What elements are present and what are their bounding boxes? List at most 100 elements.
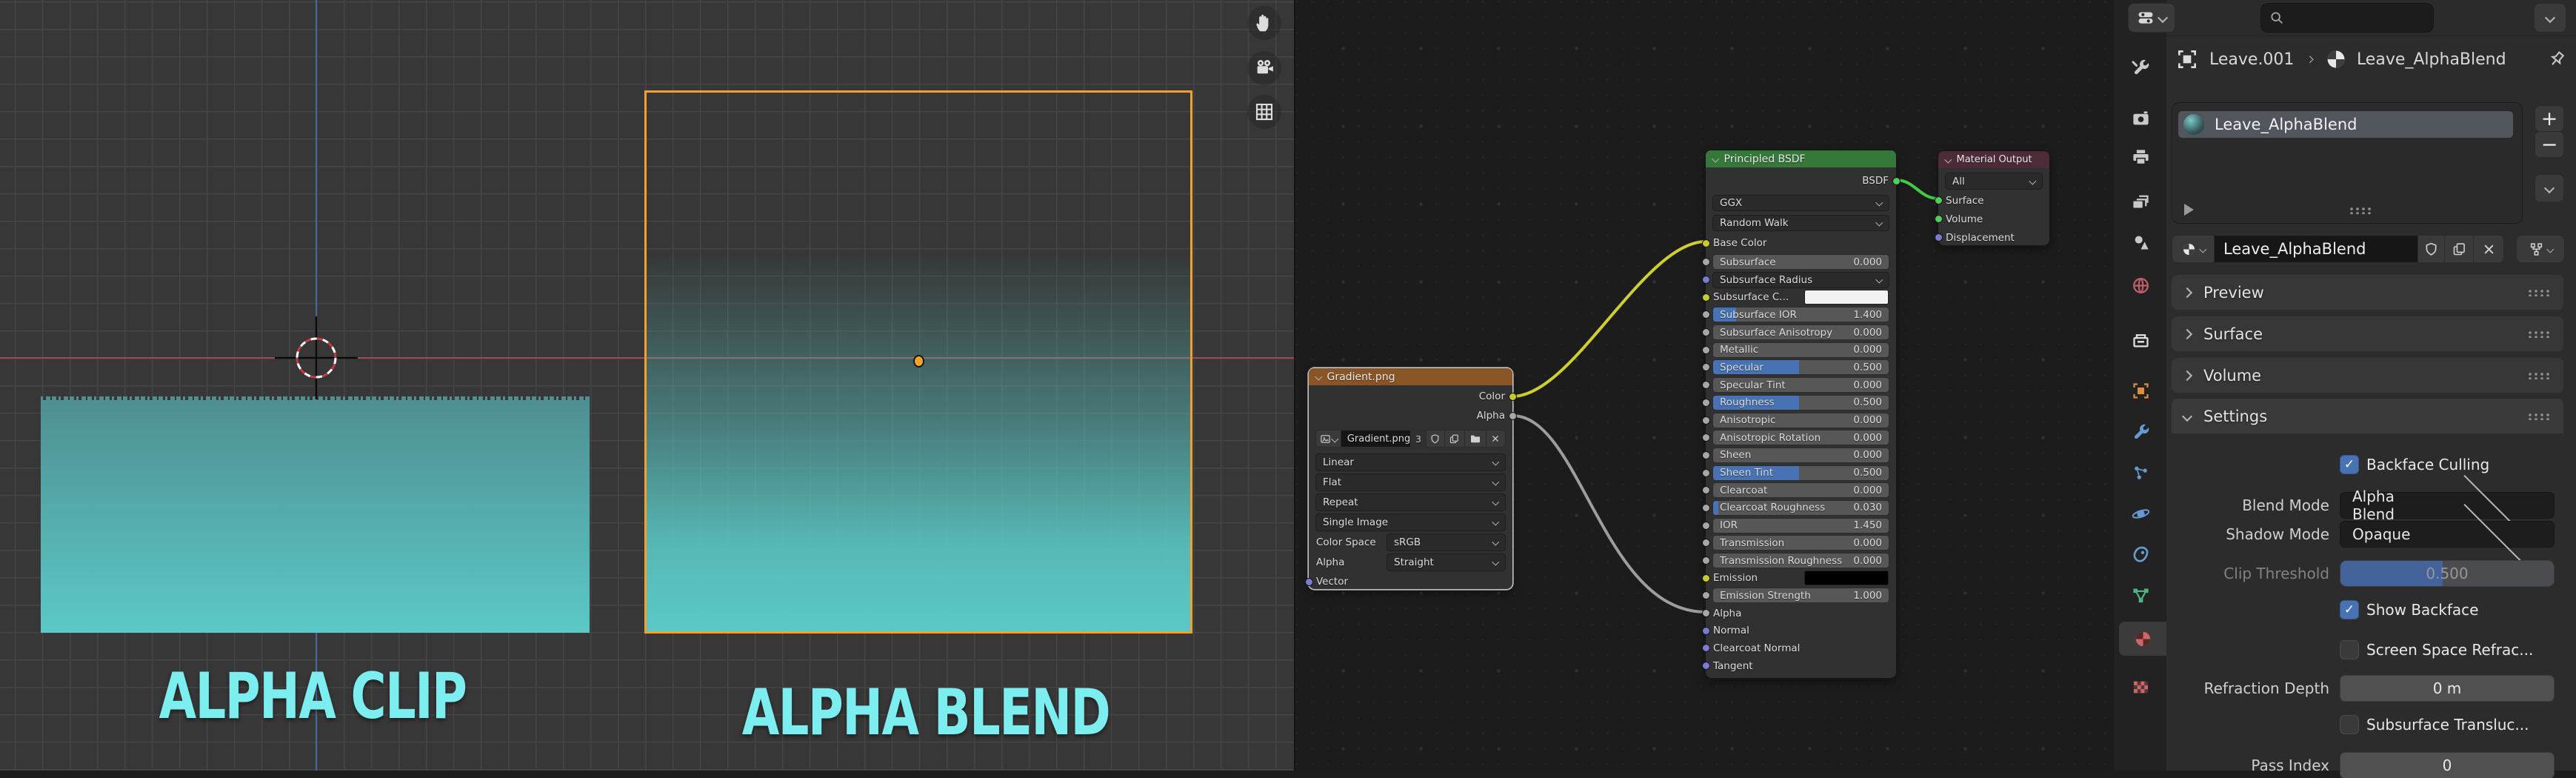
slider-anisotropic[interactable]: Anisotropic0.000: [1713, 413, 1889, 428]
panel-preview[interactable]: Preview: [2172, 275, 2563, 310]
socket-normal[interactable]: [1702, 627, 1710, 635]
panel-drag-grip[interactable]: [2526, 288, 2552, 296]
unlink-image-button[interactable]: [1486, 430, 1505, 447]
grid-ortho-icon[interactable]: [1247, 95, 1281, 129]
pin-icon[interactable]: [2546, 49, 2567, 70]
fake-user-button[interactable]: [2418, 236, 2444, 262]
slider-ior[interactable]: IOR1.450: [1713, 519, 1889, 533]
material-output-node[interactable]: Material Output All SurfaceVolumeDisplac…: [1938, 151, 2049, 245]
tab-modifiers[interactable]: [2115, 415, 2166, 449]
unlink-material-button[interactable]: [2474, 236, 2503, 262]
slot-specials-button[interactable]: [2535, 175, 2563, 202]
node-header[interactable]: Principled BSDF: [1706, 150, 1896, 167]
slider-subsurface-anisotropy[interactable]: Subsurface Anisotropy0.000: [1713, 325, 1889, 339]
socket-clearcoat-roughness[interactable]: [1702, 504, 1710, 512]
text-object-alpha-clip[interactable]: ALPHA CLIP: [159, 659, 467, 734]
blend-mode-dropdown[interactable]: Alpha Blend: [2340, 493, 2554, 518]
slider-sheen[interactable]: Sheen0.000: [1713, 448, 1889, 462]
collapse-icon[interactable]: [1945, 156, 1952, 163]
panel-drag-grip[interactable]: [2526, 412, 2552, 420]
slider-sheen-tint[interactable]: Sheen Tint0.500: [1713, 466, 1889, 480]
color-swatch-emission[interactable]: [1804, 571, 1889, 585]
dropdown-subsurface-radius[interactable]: Subsurface Radius: [1713, 273, 1889, 287]
socket-subsurface-radius[interactable]: [1702, 276, 1710, 284]
socket-metallic[interactable]: [1702, 346, 1710, 354]
editor-type-button[interactable]: [2129, 4, 2175, 32]
tab-material[interactable]: [2119, 622, 2166, 656]
tab-constraints[interactable]: [2115, 537, 2166, 571]
socket-surface[interactable]: [1935, 196, 1943, 205]
panel-volume[interactable]: Volume: [2172, 358, 2563, 393]
panel-surface[interactable]: Surface: [2172, 316, 2563, 351]
breadcrumb-object[interactable]: Leave.001: [2209, 50, 2294, 69]
slider-subsurface-ior[interactable]: Subsurface IOR1.400: [1713, 307, 1889, 322]
panel-drag-grip[interactable]: [2526, 371, 2552, 379]
tab-object[interactable]: [2115, 373, 2166, 408]
socket-tangent[interactable]: [1702, 662, 1710, 670]
socket-vector[interactable]: [1305, 578, 1313, 586]
fake-user-button[interactable]: [1427, 430, 1444, 447]
shader-editor[interactable]: Gradient.png Color Alpha Gradient.png 3: [1294, 0, 2166, 771]
socket-clearcoat[interactable]: [1702, 486, 1710, 494]
subsurface-translucency-checkbox[interactable]: [2340, 716, 2358, 734]
list-resize-grip[interactable]: [2348, 206, 2373, 214]
material-name-field[interactable]: Leave_AlphaBlend: [2215, 236, 2417, 262]
color-swatch-subsurface-c[interactable]: [1804, 290, 1889, 305]
socket-transmission[interactable]: [1702, 539, 1710, 547]
pan-hand-icon[interactable]: [1247, 6, 1281, 40]
dropdown-single-image[interactable]: Single Image: [1316, 514, 1505, 531]
screen-space-refraction-checkbox[interactable]: [2340, 641, 2358, 659]
slider-specular[interactable]: Specular0.500: [1713, 360, 1889, 374]
socket-base-color[interactable]: [1702, 239, 1710, 247]
breadcrumb-material[interactable]: Leave_AlphaBlend: [2357, 50, 2506, 69]
socket-color[interactable]: [1509, 393, 1517, 401]
socket-subsurface[interactable]: [1702, 258, 1710, 266]
slider-subsurface[interactable]: Subsurface0.000: [1713, 255, 1889, 269]
socket-sheen[interactable]: [1702, 451, 1710, 459]
refraction-depth-field[interactable]: 0 m: [2340, 676, 2554, 701]
socket-volume[interactable]: [1935, 215, 1943, 223]
slider-emission-strength[interactable]: Emission Strength1.000: [1713, 588, 1889, 602]
socket-subsurface-ior[interactable]: [1702, 310, 1710, 319]
socket-anisotropic[interactable]: [1702, 416, 1710, 425]
material-slot-selected[interactable]: Leave_AlphaBlend: [2178, 111, 2513, 138]
distribution-dropdown[interactable]: GGX: [1706, 193, 1896, 213]
panel-settings[interactable]: Settings: [2172, 399, 2563, 433]
slider-specular-tint[interactable]: Specular Tint0.000: [1713, 378, 1889, 392]
show-nodes-button[interactable]: [2517, 236, 2564, 262]
filter-dropdown-button[interactable]: [2535, 4, 2566, 32]
tab-tool[interactable]: [2115, 50, 2166, 84]
panel-drag-grip[interactable]: [2526, 330, 2552, 338]
dropdown-linear[interactable]: Linear: [1316, 454, 1505, 471]
text-object-alpha-blend[interactable]: ALPHA BLEND: [742, 676, 1110, 750]
socket-ior[interactable]: [1702, 522, 1710, 530]
tab-particles[interactable]: [2115, 456, 2166, 490]
search-input[interactable]: [2261, 4, 2433, 32]
socket-specular-tint[interactable]: [1702, 381, 1710, 389]
slider-anisotropic-rotation[interactable]: Anisotropic Rotation0.000: [1713, 430, 1889, 445]
principled-bsdf-node[interactable]: Principled BSDF BSDF GGX Random Walk Bas…: [1706, 150, 1896, 678]
clip-threshold-slider[interactable]: 0.500: [2340, 561, 2554, 586]
dropdown-flat[interactable]: Flat: [1316, 474, 1505, 491]
socket-emission-strength[interactable]: [1702, 591, 1710, 599]
add-slot-button[interactable]: +: [2535, 106, 2563, 131]
socket-subsurface-c[interactable]: [1702, 293, 1710, 302]
collapse-icon[interactable]: [1712, 156, 1719, 162]
new-material-button[interactable]: [2445, 236, 2473, 262]
node-header[interactable]: Gradient.png: [1309, 368, 1512, 385]
node-header[interactable]: Material Output: [1938, 151, 2049, 168]
tab-collection[interactable]: [2115, 323, 2166, 357]
socket-emission[interactable]: [1702, 574, 1710, 582]
image-texture-node[interactable]: Gradient.png Color Alpha Gradient.png 3: [1309, 368, 1512, 589]
socket-sheen-tint[interactable]: [1702, 469, 1710, 477]
browse-image-button[interactable]: [1316, 430, 1341, 447]
target-dropdown[interactable]: All: [1938, 171, 2049, 191]
show-backface-checkbox[interactable]: ✓: [2340, 601, 2358, 619]
tab-world[interactable]: [2115, 268, 2166, 302]
pass-index-field[interactable]: 0: [2340, 753, 2554, 778]
socket-clearcoat-normal[interactable]: [1702, 644, 1710, 652]
tab-object-data[interactable]: [2115, 578, 2166, 612]
tab-view-layer[interactable]: [2115, 184, 2166, 218]
users-count-badge[interactable]: 3: [1411, 430, 1425, 447]
socket-alpha[interactable]: [1702, 609, 1710, 617]
